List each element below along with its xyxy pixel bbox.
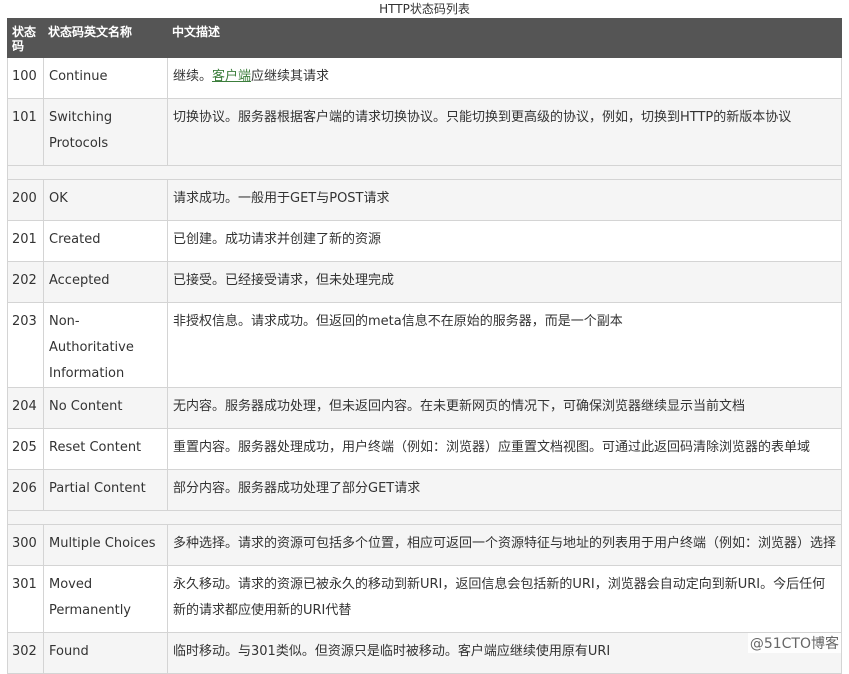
table-row: 300 Multiple Choices 多种选择。请求的资源可包括多个位置，相… [7,524,842,566]
status-name: Accepted [43,261,168,303]
status-desc: 已创建。成功请求并创建了新的资源 [167,220,842,262]
status-desc: 切换协议。服务器根据客户端的请求切换协议。只能切换到更高级的协议，例如，切换到H… [167,98,842,166]
status-code: 202 [7,261,44,303]
status-code: 201 [7,220,44,262]
status-code: 101 [7,98,44,166]
status-name: Found [43,632,168,674]
desc-text: 继续。 [173,69,213,84]
group-separator [7,510,842,525]
table-row: 200 OK 请求成功。一般用于GET与POST请求 [7,179,842,221]
table-row: 101 Switching Protocols 切换协议。服务器根据客户端的请求… [7,98,842,166]
status-desc: 多种选择。请求的资源可包括多个位置，相应可返回一个资源特征与地址的列表用于用户终… [167,524,842,566]
table-row: 204 No Content 无内容。服务器成功处理，但未返回内容。在未更新网页… [7,387,842,429]
status-code: 300 [7,524,44,566]
desc-text: 应继续其请求 [251,69,330,84]
header-desc: 中文描述 [167,18,842,58]
header-code: 状态码 [7,18,44,58]
header-name: 状态码英文名称 [43,18,168,58]
client-link[interactable]: 客户端 [212,69,251,84]
status-name: Continue [43,57,168,99]
table-row: 202 Accepted 已接受。已经接受请求，但未处理完成 [7,261,842,303]
status-name: Created [43,220,168,262]
http-status-table: 状态码 状态码英文名称 中文描述 100 Continue 继续。客户端应继续其… [7,18,842,674]
status-code: 203 [7,302,44,388]
status-name: Non-Authoritative Information [43,302,168,388]
watermark: @51CTO博客 [747,633,841,653]
status-desc: 已接受。已经接受请求，但未处理完成 [167,261,842,303]
status-name: Switching Protocols [43,98,168,166]
status-code: 301 [7,565,44,633]
status-desc: 请求成功。一般用于GET与POST请求 [167,179,842,221]
status-name: Multiple Choices [43,524,168,566]
table-row: 100 Continue 继续。客户端应继续其请求 [7,57,842,99]
table-row: 301 Moved Permanently 永久移动。请求的资源已被永久的移动到… [7,565,842,633]
status-desc: 非授权信息。请求成功。但返回的meta信息不在原始的服务器，而是一个副本 [167,302,842,388]
status-desc: 临时移动。与301类似。但资源只是临时被移动。客户端应继续使用原有URI [167,632,842,674]
table-caption: HTTP状态码列表 [379,2,470,16]
status-name: Partial Content [43,469,168,511]
table-header-row: 状态码 状态码英文名称 中文描述 [7,18,842,58]
status-name: OK [43,179,168,221]
status-desc: 继续。客户端应继续其请求 [167,57,842,99]
status-desc: 重置内容。服务器处理成功，用户终端（例如：浏览器）应重置文档视图。可通过此返回码… [167,428,842,470]
table-row: 205 Reset Content 重置内容。服务器处理成功，用户终端（例如：浏… [7,428,842,470]
status-name: Moved Permanently [43,565,168,633]
status-code: 200 [7,179,44,221]
status-desc: 永久移动。请求的资源已被永久的移动到新URI，返回信息会包括新的URI，浏览器会… [167,565,842,633]
status-name: Reset Content [43,428,168,470]
status-code: 205 [7,428,44,470]
status-code: 204 [7,387,44,429]
table-row: 203 Non-Authoritative Information 非授权信息。… [7,302,842,388]
group-separator [7,165,842,180]
status-code: 206 [7,469,44,511]
status-desc: 无内容。服务器成功处理，但未返回内容。在未更新网页的情况下，可确保浏览器继续显示… [167,387,842,429]
status-code: 302 [7,632,44,674]
status-code: 100 [7,57,44,99]
table-row: 201 Created 已创建。成功请求并创建了新的资源 [7,220,842,262]
status-name: No Content [43,387,168,429]
status-desc: 部分内容。服务器成功处理了部分GET请求 [167,469,842,511]
table-row: 302 Found 临时移动。与301类似。但资源只是临时被移动。客户端应继续使… [7,632,842,674]
table-row: 206 Partial Content 部分内容。服务器成功处理了部分GET请求 [7,469,842,511]
